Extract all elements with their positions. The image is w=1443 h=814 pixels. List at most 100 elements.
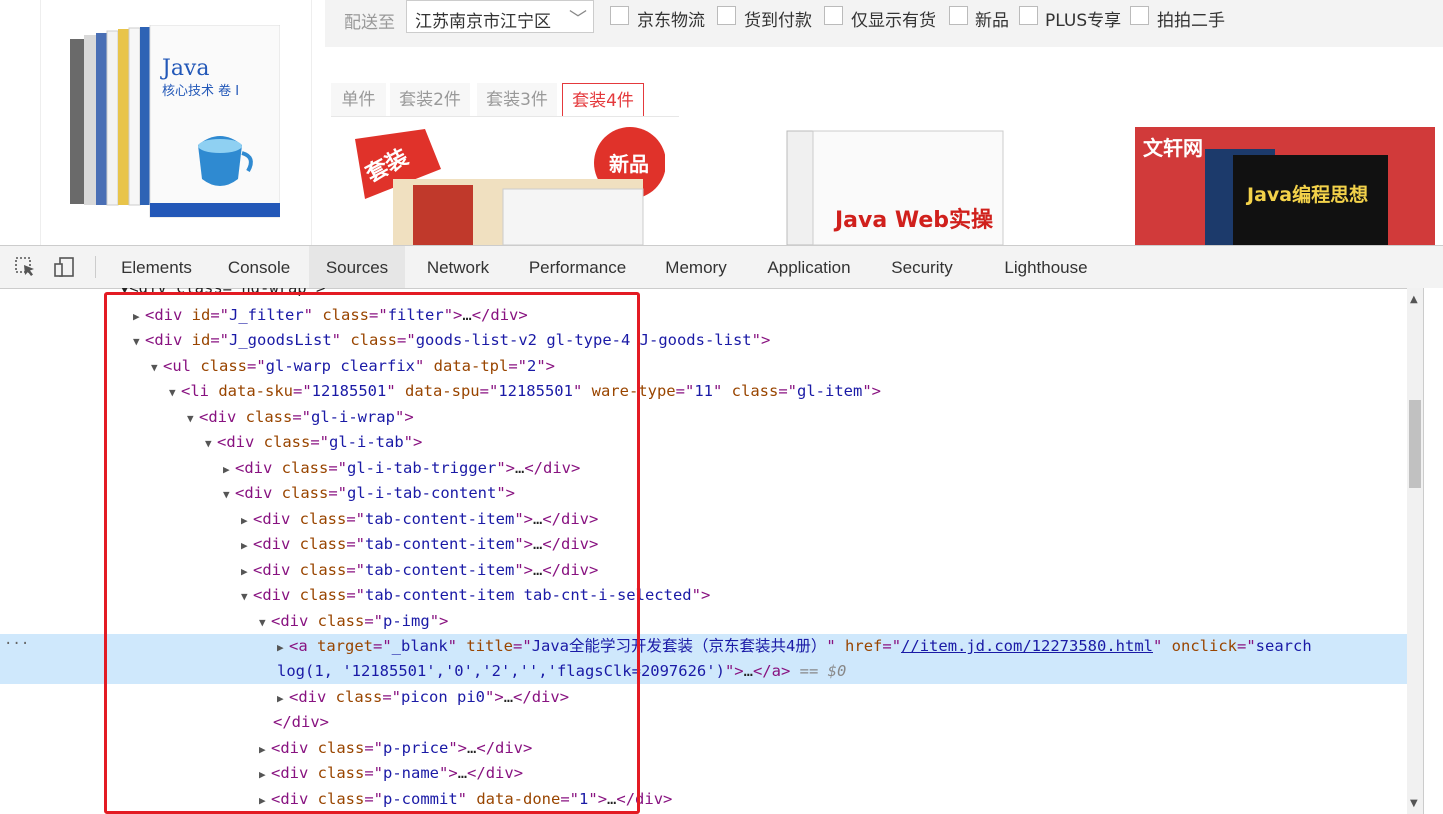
attr-value: picon pi0 — [401, 688, 486, 706]
dom-node-line[interactable]: ▼ <div class="gl-i-tab-content"> — [0, 481, 515, 506]
scrollbar-thumb[interactable] — [1409, 400, 1421, 488]
delivery-label: 配送至 — [344, 13, 395, 33]
attr-value: 1 — [579, 790, 589, 808]
attr-value: Java全能学习开发套装（京东套装共4册） — [531, 637, 827, 655]
tab-network[interactable]: Network — [412, 246, 504, 288]
bundle-tabs: 单件 套装2件 套装3件 套装4件 — [331, 83, 679, 117]
styles-pane-edge — [1423, 288, 1443, 814]
filter-checkbox-new[interactable] — [949, 6, 968, 25]
dom-node-line[interactable]: ▶ <div class="tab-content-item">…</div> — [0, 532, 598, 557]
tab-security[interactable]: Security — [876, 246, 968, 288]
attr-value: p-name — [383, 764, 440, 782]
attr-value: gl-warp clearfix — [265, 357, 415, 375]
attr-value: goods-list-v2 gl-type-4 J-goods-list — [415, 331, 752, 349]
attr-value: tab-content-item — [365, 535, 515, 553]
attr-value: filter — [387, 306, 444, 324]
attr-value: log(1, '12185501','0','2','','flagsClk=2… — [277, 662, 725, 680]
tab-application[interactable]: Application — [752, 246, 866, 288]
attr-value: J_filter — [229, 306, 304, 324]
filter-label: 京东物流 — [637, 11, 705, 31]
href-link[interactable]: //item.jd.com/12273580.html — [901, 637, 1153, 655]
scroll-down-icon[interactable]: ▼ — [1410, 798, 1418, 809]
vertical-scrollbar[interactable]: ▲ ▼ — [1407, 288, 1423, 814]
chevron-down-icon: ﹀ — [569, 9, 587, 30]
filter-label: 拍拍二手 — [1157, 11, 1225, 31]
attr-value: tab-content-item — [365, 561, 515, 579]
dom-node-line[interactable]: ▼ <div id="J_goodsList" class="goods-list… — [0, 328, 770, 353]
filter-checkbox-in-stock[interactable] — [824, 6, 843, 25]
attr-value: gl-i-wrap — [311, 408, 396, 426]
selected-marker: == $0 — [799, 662, 847, 680]
tab-performance[interactable]: Performance — [515, 246, 640, 288]
product-thumb-3[interactable]: 文轩网 Java编程思想 — [1135, 127, 1435, 245]
dom-node-line[interactable]: ▶ <div class="tab-content-item">…</div> — [0, 507, 598, 532]
device-toolbar-icon[interactable] — [54, 256, 76, 278]
webpage-area: Java 核心技术 卷 I 配送至 江苏南京市江宁区 ﹀ 京东物流 货到付款 仅… — [0, 0, 1443, 245]
inspect-element-icon[interactable] — [14, 256, 36, 278]
thumb2-title: Java Web实操 — [833, 207, 994, 233]
attr-value: gl-i-tab — [329, 433, 404, 451]
attr-value: gl-i-tab-content — [347, 484, 497, 502]
tab-memory[interactable]: Memory — [650, 246, 742, 288]
filter-checkbox-cod[interactable] — [717, 6, 736, 25]
attr-value: 12185501 — [498, 382, 573, 400]
devtools-toolbar: Elements Console Sources Network Perform… — [0, 246, 1443, 289]
attr-value: search — [1255, 637, 1312, 655]
dom-node-line[interactable]: ▶ <div class="p-commit" data-done="1">…</… — [0, 787, 672, 812]
dom-node-line[interactable]: ▶ <a target="_blank" title="Java全能学习开发套装（… — [0, 634, 1312, 659]
dom-node-line[interactable]: ▼ <div class="p-img"> — [0, 609, 448, 634]
attr-value: J_goodsList — [229, 331, 332, 349]
dom-node-line: log(1, '12185501','0','2','','flagsClk=2… — [277, 662, 847, 680]
scroll-up-icon[interactable]: ▲ — [1410, 294, 1418, 305]
tab-bundle-3[interactable]: 套装3件 — [477, 83, 557, 116]
dom-node-line[interactable]: ▶ <div class="p-name">…</div> — [0, 761, 523, 786]
thumb3-title: Java编程思想 — [1245, 183, 1368, 206]
attr-value: gl-item — [797, 382, 863, 400]
tab-elements[interactable]: Elements — [106, 246, 207, 288]
thumb3-brand: 文轩网 — [1143, 136, 1203, 160]
product-thumb-1[interactable]: 套装 新品 — [353, 127, 665, 245]
tab-sources[interactable]: Sources — [309, 246, 405, 288]
attr-value: 12185501 — [311, 382, 387, 400]
toolbar-divider — [95, 256, 96, 278]
dom-node-line[interactable]: ▼<div class="hd-wrap"> — [0, 288, 325, 301]
filter-label: 仅显示有货 — [851, 11, 936, 31]
dom-node-line[interactable]: ▶ <div class="tab-content-item">…</div> — [0, 558, 598, 583]
attr-value: 11 — [694, 382, 713, 400]
dom-node-line[interactable]: ▶ <div class="gl-i-tab-trigger">…</div> — [0, 456, 580, 481]
dom-node-line[interactable]: ▶ <div class="picon pi0">…</div> — [0, 685, 569, 710]
tab-console[interactable]: Console — [214, 246, 304, 288]
dom-node-line[interactable]: ▼ <div class="tab-content-item tab-cnt-i-… — [0, 583, 710, 608]
tab-lighthouse[interactable]: Lighthouse — [990, 246, 1102, 288]
dom-node-line[interactable]: ▶ <div class="p-price">…</div> — [0, 736, 532, 761]
product-thumb-2[interactable]: Java Web实操 — [785, 127, 1005, 245]
attr-value: tab-content-item — [365, 510, 515, 528]
dom-node-line[interactable]: ▶ <div id="J_filter" class="filter">…</di… — [0, 303, 528, 328]
filter-label: 新品 — [975, 11, 1009, 31]
attr-value: p-img — [383, 612, 430, 630]
dom-node-line[interactable]: ▼ <li data-sku="12185501" data-spu="12185… — [0, 379, 881, 404]
dom-node-line[interactable]: ▼ <div class="gl-i-wrap"> — [0, 405, 414, 430]
dom-node-line[interactable]: ▼ <ul class="gl-warp clearfix" data-tpl="… — [0, 354, 555, 379]
filter-checkbox-jd-logistics[interactable] — [610, 6, 629, 25]
dom-tree: ▼<div class="hd-wrap"> ▶ <div id="J_filte… — [0, 288, 1407, 814]
attr-value: p-commit — [383, 790, 458, 808]
devtools-panel: Elements Console Sources Network Perform… — [0, 245, 1443, 814]
dom-node-line[interactable]: </div> — [0, 710, 329, 735]
dom-node-partial: ▼<div class="hd-wrap"> — [120, 288, 326, 297]
location-value: 江苏南京市江宁区 — [415, 12, 551, 32]
tab-single[interactable]: 单件 — [331, 83, 386, 116]
dom-node-line[interactable]: ▼ <div class="gl-i-tab"> — [0, 430, 422, 455]
location-select[interactable]: 江苏南京市江宁区 ﹀ — [406, 0, 594, 33]
close-tag: </div> — [273, 713, 329, 731]
attr-value: _blank — [391, 637, 448, 655]
filter-checkbox-paipai[interactable] — [1130, 6, 1149, 25]
tab-bundle-4[interactable]: 套装4件 — [562, 83, 644, 116]
thumb1-new-badge: 新品 — [609, 152, 649, 176]
filter-checkbox-plus[interactable] — [1019, 6, 1038, 25]
hero-book-subtitle: 核心技术 卷 I — [162, 83, 239, 99]
attr-value: tab-content-item tab-cnt-i-selected — [365, 586, 692, 604]
tab-bundle-2[interactable]: 套装2件 — [390, 83, 470, 116]
filter-label: 货到付款 — [744, 11, 812, 31]
java-book-set-image[interactable]: Java 核心技术 卷 I — [70, 25, 280, 220]
